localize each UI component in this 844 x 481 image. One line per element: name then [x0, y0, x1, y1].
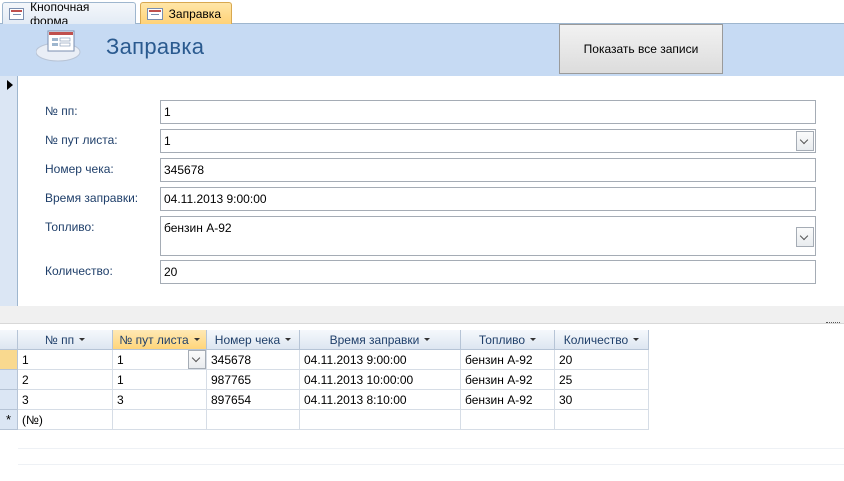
new-record-cell[interactable]: [207, 410, 300, 430]
grid-line: [18, 464, 844, 465]
table-cell-combo[interactable]: 1: [113, 350, 207, 370]
sort-arrow-icon[interactable]: [285, 338, 292, 341]
dropdown-button[interactable]: [188, 350, 206, 369]
sort-arrow-icon[interactable]: [633, 338, 640, 341]
sort-arrow-icon[interactable]: [79, 338, 86, 341]
sort-arrow-icon[interactable]: [193, 338, 200, 341]
table-cell[interactable]: 3: [113, 390, 207, 410]
field-label-nomer-cheka: Номер чека:: [45, 162, 114, 176]
table-cell[interactable]: 3: [18, 390, 113, 410]
column-header-label: Топливо: [478, 332, 526, 347]
row-selector[interactable]: [0, 350, 18, 370]
table-cell[interactable]: 20: [555, 350, 649, 370]
current-record-arrow-icon: [7, 80, 13, 90]
combo-value: бензин А-92: [164, 221, 232, 235]
form-icon: [9, 7, 25, 20]
chevron-down-icon: [191, 353, 201, 363]
row-selector[interactable]: [0, 390, 18, 410]
combo-value: 1: [164, 134, 171, 148]
column-header-nomer-pp[interactable]: № пп: [18, 330, 113, 350]
field-nomer-pp-input[interactable]: 1: [160, 100, 816, 124]
new-record-cell[interactable]: [113, 410, 207, 430]
field-label-vremya-zapravki: Время заправки:: [45, 191, 139, 205]
new-record-selector[interactable]: *: [0, 410, 18, 430]
show-all-records-button[interactable]: Показать все записи: [559, 24, 723, 74]
record-selector[interactable]: [0, 76, 18, 306]
table-cell[interactable]: 1: [18, 350, 113, 370]
field-vremya-zapravki-input[interactable]: 04.11.2013 9:00:00: [160, 187, 816, 211]
table-cell[interactable]: бензин А-92: [461, 350, 555, 370]
sort-arrow-icon[interactable]: [424, 338, 431, 341]
sort-arrow-icon[interactable]: [530, 338, 537, 341]
column-header-label: № пп: [44, 332, 75, 347]
new-record-cell[interactable]: (№): [18, 410, 113, 430]
field-toplivo-combo[interactable]: бензин А-92: [160, 216, 816, 256]
field-label-put-lista: № пут листа:: [45, 133, 118, 147]
table-cell[interactable]: 2: [18, 370, 113, 390]
column-header-label: Номер чека: [214, 332, 281, 347]
column-header-toplivo[interactable]: Топливо: [461, 330, 555, 350]
document-tab-bar: Кнопочная форма Заправка: [0, 0, 844, 28]
split-form-divider[interactable]: [0, 306, 844, 324]
tab-zapravka[interactable]: Заправка: [140, 2, 232, 24]
cell-value: 1: [117, 353, 124, 367]
form-title: Заправка: [106, 34, 205, 59]
column-header-vremya-zapravki[interactable]: Время заправки: [300, 330, 461, 350]
tab-knopochnaya-forma[interactable]: Кнопочная форма: [2, 0, 136, 28]
field-label-nomer-pp: № пп:: [45, 104, 78, 118]
column-header-nomer-cheka[interactable]: Номер чека: [207, 330, 300, 350]
chevron-down-icon: [799, 135, 809, 145]
new-record-cell[interactable]: [555, 410, 649, 430]
grid-line: [18, 448, 844, 449]
column-header-put-lista[interactable]: № пут листа: [113, 330, 207, 350]
field-nomer-cheka-input[interactable]: 345678: [160, 158, 816, 182]
table-cell[interactable]: 04.11.2013 8:10:00: [300, 390, 461, 410]
field-kolichestvo-input[interactable]: 20: [160, 260, 816, 284]
table-cell[interactable]: 30: [555, 390, 649, 410]
new-record-cell[interactable]: [461, 410, 555, 430]
form-logo-icon: [36, 30, 81, 62]
field-label-toplivo: Топливо:: [45, 220, 95, 234]
row-selector[interactable]: [0, 370, 18, 390]
chevron-down-icon: [799, 231, 809, 241]
form-header: Заправка Показать все записи: [0, 24, 844, 76]
tab-label: Заправка: [168, 6, 221, 21]
field-label-kolichestvo: Количество:: [45, 264, 113, 278]
select-all-corner[interactable]: [0, 330, 18, 350]
column-header-label: № пут листа: [119, 332, 189, 347]
field-put-lista-combo[interactable]: 1: [160, 129, 816, 153]
column-header-label: Количество: [563, 332, 629, 347]
table-cell[interactable]: 04.11.2013 10:00:00: [300, 370, 461, 390]
column-header-kolichestvo[interactable]: Количество: [555, 330, 649, 350]
table-cell[interactable]: 1: [113, 370, 207, 390]
table-cell[interactable]: 345678: [207, 350, 300, 370]
table-cell[interactable]: 04.11.2013 9:00:00: [300, 350, 461, 370]
table-cell[interactable]: бензин А-92: [461, 370, 555, 390]
dropdown-button[interactable]: [796, 131, 814, 151]
table-cell[interactable]: 987765: [207, 370, 300, 390]
new-record-cell[interactable]: [300, 410, 461, 430]
form-icon: [147, 7, 163, 20]
dropdown-button[interactable]: [796, 227, 814, 247]
splitter-grip-icon: [826, 322, 840, 324]
column-header-label: Время заправки: [329, 332, 420, 347]
table-cell[interactable]: бензин А-92: [461, 390, 555, 410]
table-cell[interactable]: 897654: [207, 390, 300, 410]
table-cell[interactable]: 25: [555, 370, 649, 390]
